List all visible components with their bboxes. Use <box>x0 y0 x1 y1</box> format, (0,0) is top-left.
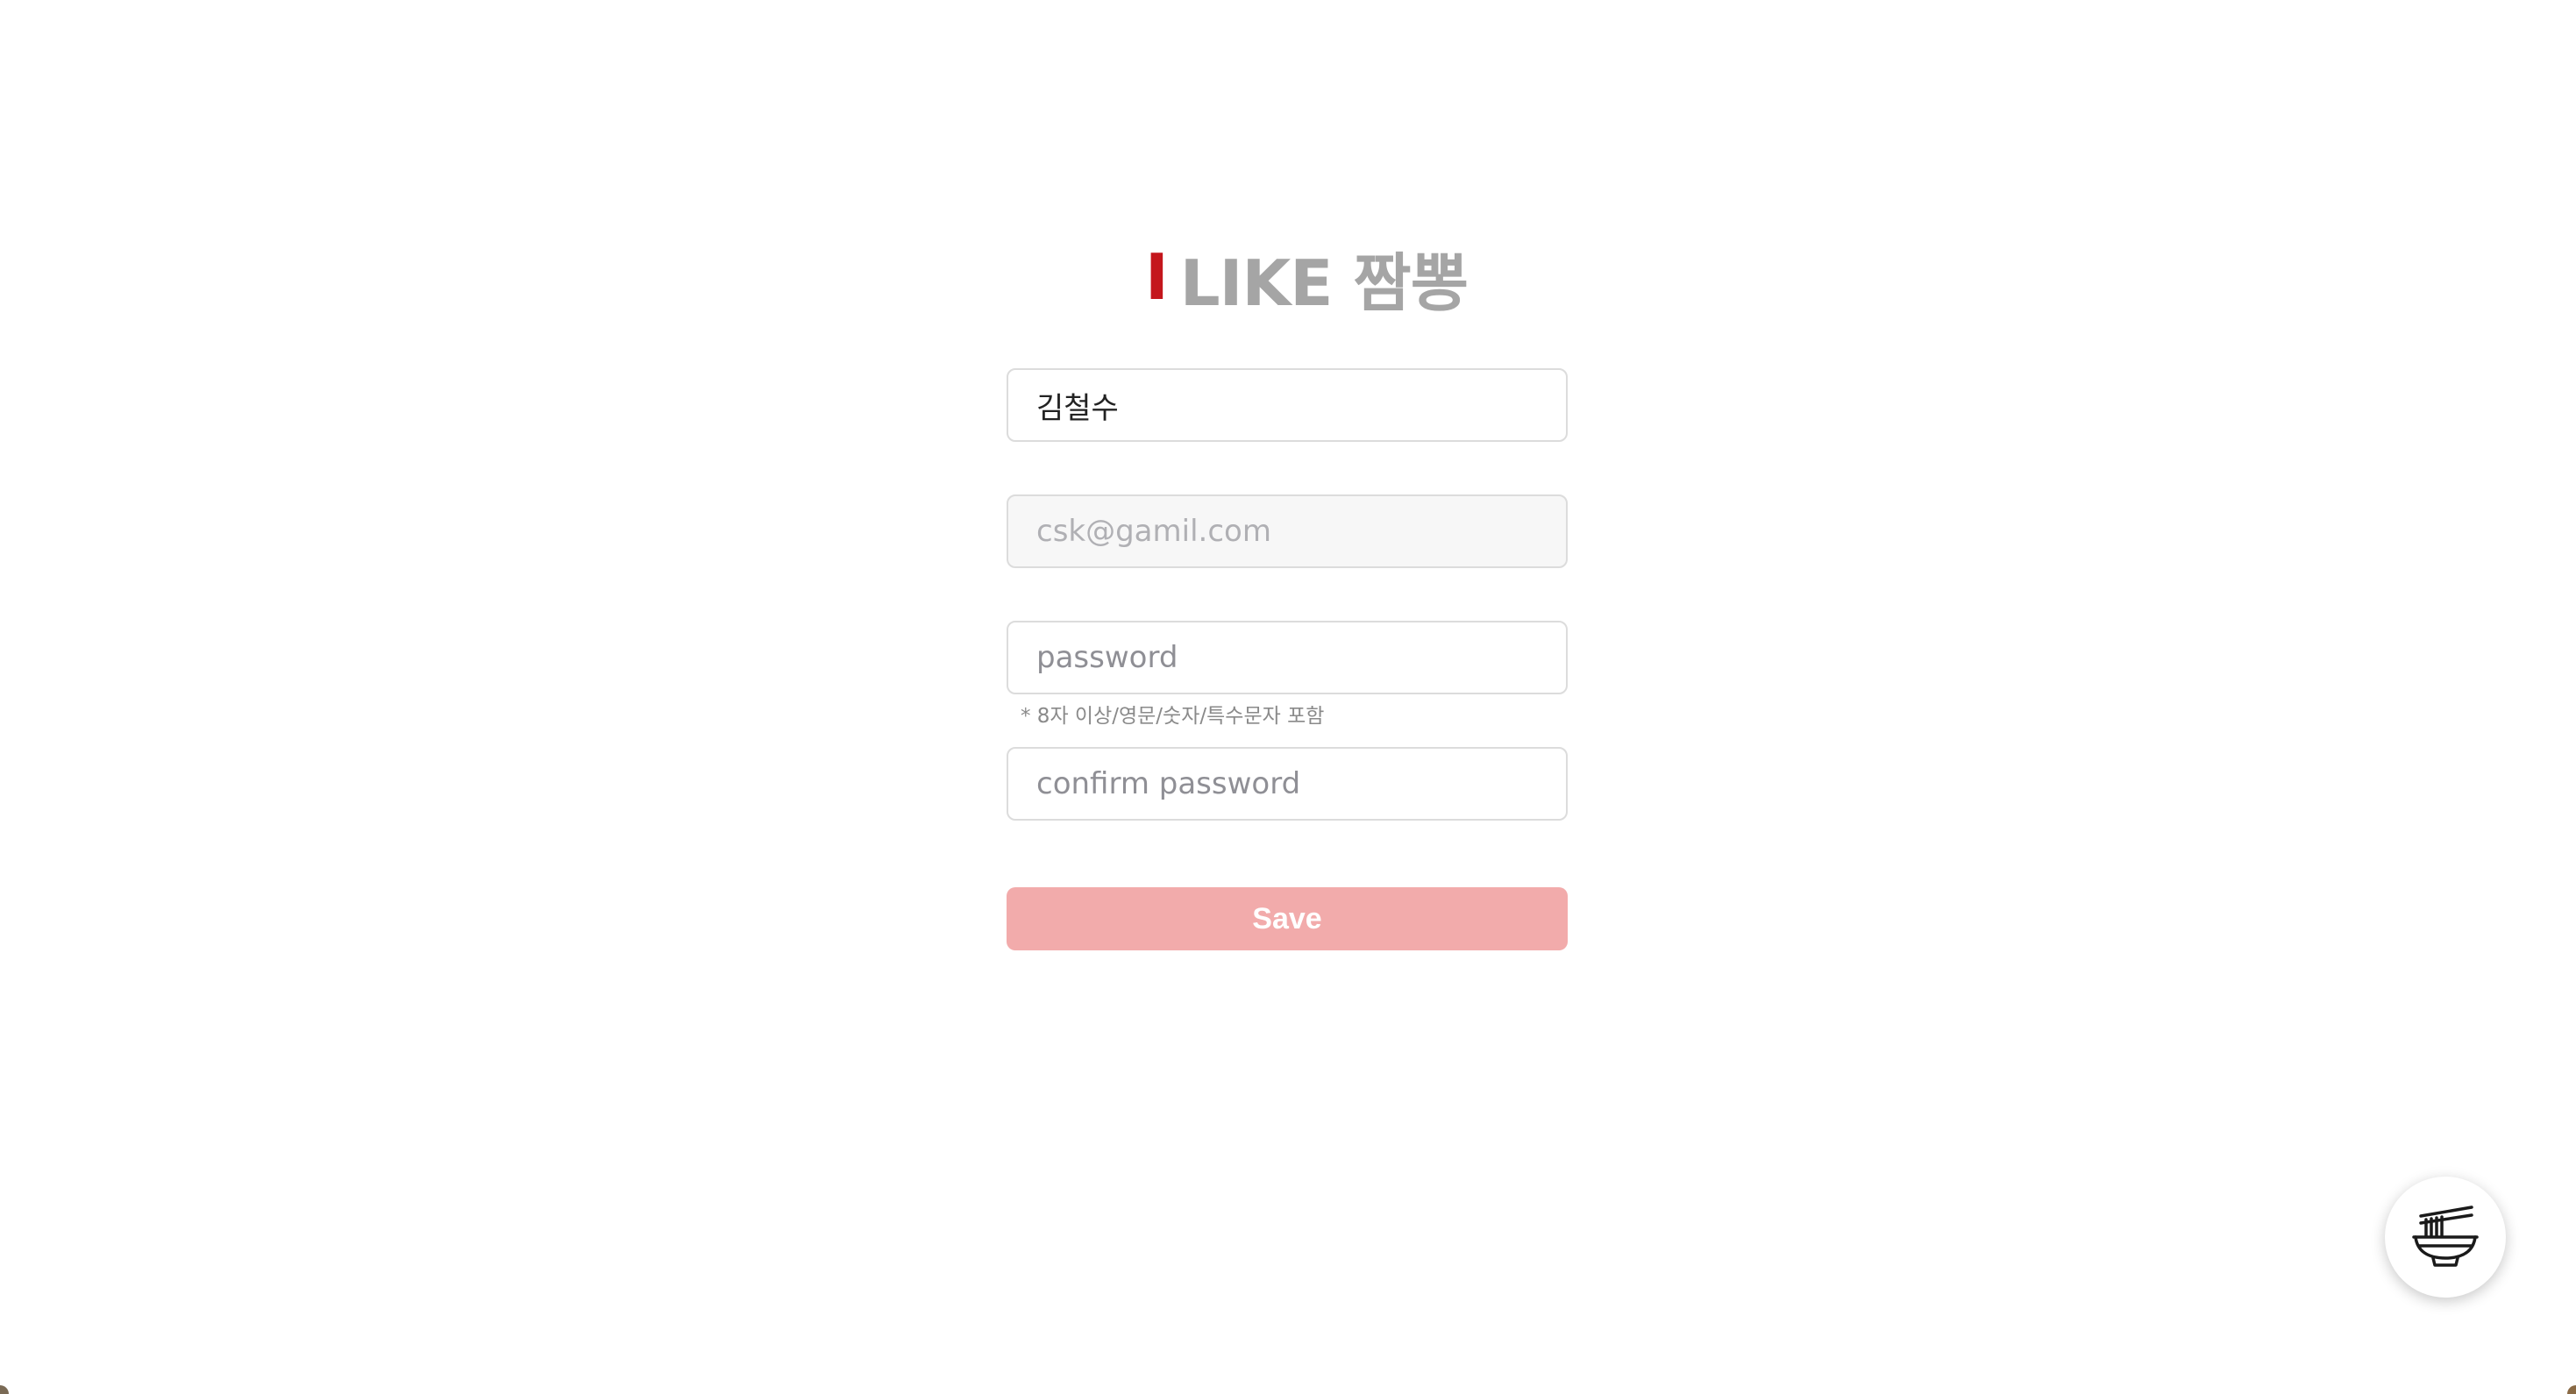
app-logo: I LIKE 짬뽕 <box>1145 237 1469 320</box>
password-input[interactable] <box>1007 621 1568 694</box>
window-corner-right <box>2567 1385 2576 1394</box>
password-hint: * 8자 이상/영문/숫자/특수문자 포함 <box>1021 705 1325 728</box>
save-button[interactable]: Save <box>1007 887 1568 950</box>
noodle-bowl-icon <box>2412 1206 2479 1267</box>
confirm-password-input[interactable] <box>1007 747 1568 821</box>
name-input[interactable] <box>1007 368 1568 442</box>
logo-text: LIKE 짬뽕 <box>1179 245 1469 320</box>
email-input[interactable] <box>1007 494 1568 568</box>
window-corner-left <box>0 1385 9 1394</box>
signup-page: I LIKE 짬뽕 * 8자 이상/영문/숫자/특수문자 포함 Save <box>0 0 2576 1394</box>
floating-action-button[interactable] <box>2385 1177 2506 1298</box>
logo-accent: I <box>1145 240 1169 314</box>
